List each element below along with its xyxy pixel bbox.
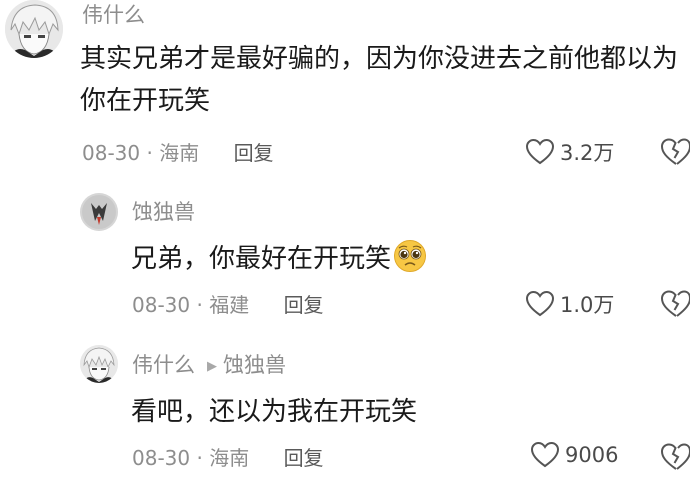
dislike-button[interactable] — [660, 290, 690, 318]
meta-separator: · — [196, 446, 203, 470]
like-button[interactable]: 3.2万 — [526, 137, 614, 167]
comment-author[interactable]: 伟什么 — [82, 2, 145, 28]
like-count: 3.2万 — [560, 141, 615, 165]
comment-location: 海南 — [159, 141, 200, 165]
comment-date: 08-30 — [132, 293, 191, 317]
monster-avatar-icon — [80, 193, 118, 231]
comment-author-reply-line: 伟什么 ▶ 蚀独兽 — [132, 352, 286, 380]
comment-text: 其实兄弟才是最好骗的，因为你没进去之前他都以为你在开玩笑 — [80, 44, 679, 116]
comment-meta: 08-30 · 海南 回复 — [82, 140, 274, 166]
comment-date: 08-30 — [132, 446, 191, 470]
anime-avatar-icon — [5, 0, 63, 58]
avatar[interactable] — [5, 0, 63, 58]
comment-meta: 08-30 · 福建 回复 — [132, 292, 324, 318]
heart-outline-icon — [526, 139, 554, 165]
pleading-face-emoji — [393, 239, 427, 273]
comment-text: 兄弟，你最好在开玩笑 — [131, 238, 671, 280]
broken-heart-icon — [660, 138, 690, 165]
comment-author[interactable]: 蚀独兽 — [132, 199, 195, 225]
comment-date: 08-30 — [82, 141, 141, 165]
comment-text-body: 兄弟，你最好在开玩笑 — [131, 244, 392, 274]
comment-text: 看吧，还以为我在开玩笑 — [131, 397, 418, 427]
like-count: 1.0万 — [560, 293, 615, 317]
broken-heart-icon — [660, 443, 690, 470]
like-button[interactable]: 9006 — [531, 442, 618, 468]
reply-arrow-icon: ▶ — [207, 359, 217, 374]
heart-outline-icon — [526, 291, 554, 317]
anime-avatar-icon — [80, 345, 118, 383]
avatar[interactable] — [80, 345, 118, 383]
meta-separator: · — [196, 293, 203, 317]
dislike-button[interactable] — [660, 443, 690, 471]
dislike-button[interactable] — [660, 138, 690, 166]
reply-to-author[interactable]: 蚀独兽 — [223, 353, 286, 377]
reply-button[interactable]: 回复 — [234, 141, 274, 165]
comment-author[interactable]: 伟什么 — [132, 353, 195, 377]
meta-separator: · — [146, 141, 153, 165]
avatar[interactable] — [80, 193, 118, 231]
heart-outline-icon — [531, 442, 559, 468]
reply-button[interactable]: 回复 — [284, 446, 324, 470]
like-count: 9006 — [565, 443, 619, 467]
comment-location: 福建 — [209, 293, 250, 317]
comment-location: 海南 — [209, 446, 250, 470]
broken-heart-icon — [660, 290, 690, 317]
reply-button[interactable]: 回复 — [284, 293, 324, 317]
like-button[interactable]: 1.0万 — [526, 289, 614, 319]
comment-meta: 08-30 · 海南 回复 — [132, 445, 324, 471]
